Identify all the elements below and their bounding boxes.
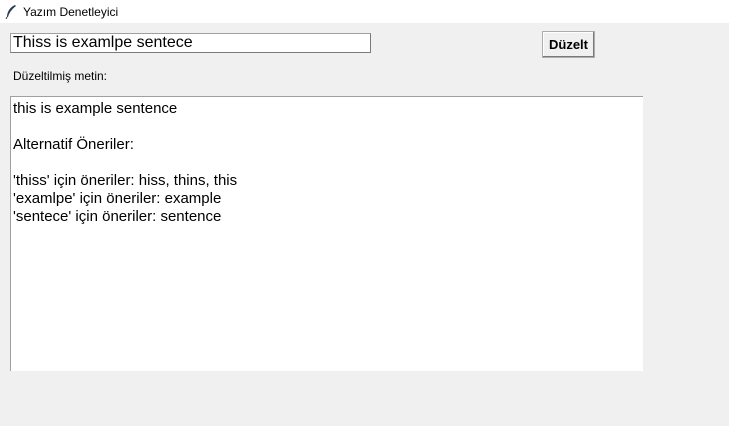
output-line: 'examlpe' için öneriler: example (13, 190, 222, 207)
output-line: this is example sentence (13, 100, 178, 117)
feather-icon (5, 5, 16, 19)
output-line: 'sentece' için öneriler: sentence (13, 208, 222, 225)
output-label: Düzeltilmiş metin: (13, 69, 108, 83)
output-text-area[interactable]: this is example sentence Alternatif Öner… (10, 96, 643, 371)
output-line: 'thiss' için öneriler: hiss, thins, this (13, 172, 238, 189)
correct-button[interactable]: Düzelt (542, 31, 595, 58)
window-title: Yazım Denetleyici (23, 5, 119, 19)
title-bar: Yazım Denetleyici (0, 0, 729, 23)
output-line: Alternatif Öneriler: (13, 136, 134, 153)
text-input[interactable] (10, 33, 371, 53)
